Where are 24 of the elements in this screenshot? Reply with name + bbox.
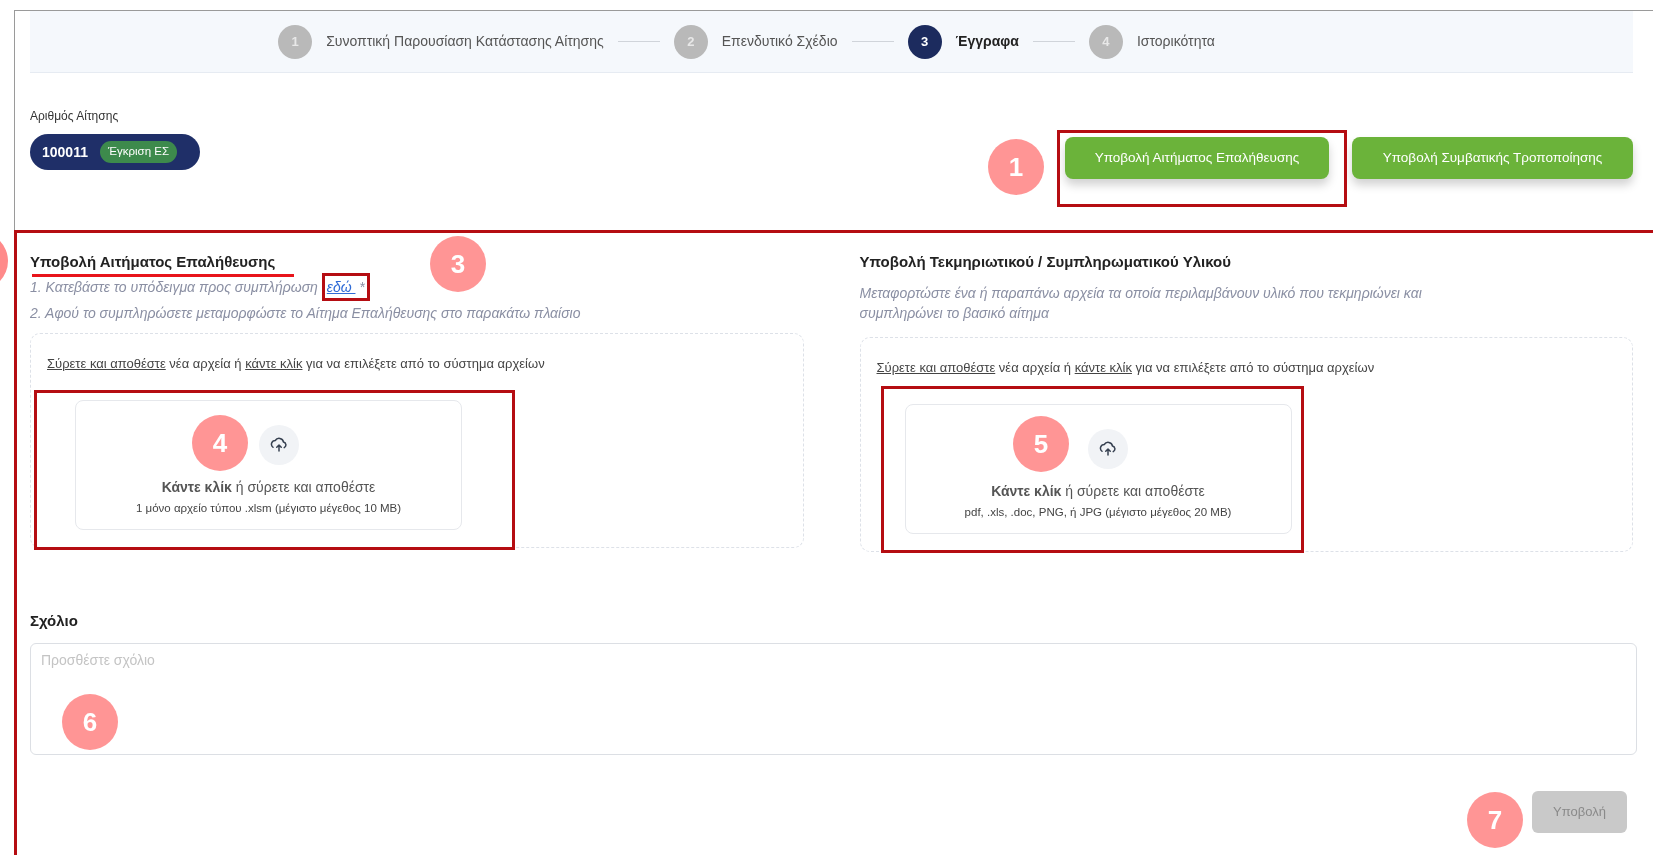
section-title: Υποβολή Αιτήματος Επαλήθευσης bbox=[30, 251, 276, 272]
status-badge: Έγκριση ΕΣ bbox=[99, 141, 178, 163]
drop-hint-text: Σύρετε και αποθέστε νέα αρχεία ή κάντε κλίκ για να επιλέξετε από το σύστημα αρχείων bbox=[47, 355, 546, 373]
drop-hint-link[interactable]: Σύρετε και αποθέστε bbox=[876, 360, 996, 375]
required-mark: * bbox=[358, 279, 365, 295]
application-number: 100011 bbox=[42, 142, 88, 162]
application-label: Αριθμός Αίτησης bbox=[30, 108, 120, 125]
instruction-text: 2. Αφού το συμπληρώσετε μεταμορφώστε το Αίτημα Επαλήθευσης στο παρακάτω πλαίσιο bbox=[30, 304, 581, 323]
comment-label: Σχόλιο bbox=[30, 611, 79, 631]
upload-title: Κάντε κλίκ ή σύρετε και αποθέστε bbox=[161, 477, 376, 497]
cloud-upload-icon bbox=[1099, 439, 1117, 458]
download-link[interactable]: εδώ bbox=[326, 279, 356, 295]
step[interactable]: 3 Έγγραφα bbox=[907, 24, 1019, 59]
section-title: Υποβολή Τεκμηριωτικού / Συμπληρωματικού Υλικού bbox=[859, 251, 1231, 272]
upload-title: Κάντε κλίκ ή σύρετε και αποθέστε bbox=[991, 481, 1205, 501]
cloud-upload-icon bbox=[269, 435, 288, 454]
instruction-text: Μεταφορτώστε ένα ή παραπάνω αρχεία τα οποία περιλαμβάνουν υλικό που τεκμηριώνει και συμπληρώνει το βασικό αίτημα bbox=[859, 284, 1423, 323]
drop-hint-link[interactable]: κάντε κλίκ bbox=[1074, 360, 1132, 375]
drop-hint-text: Σύρετε και αποθέστε νέα αρχεία ή κάντε κλίκ για να επιλέξετε από το σύστημα αρχείων bbox=[876, 359, 1376, 377]
instruction-text: 1. Κατεβάστε το υπόδειγμα προς συμπλήρωση εδώ * bbox=[30, 277, 370, 297]
upload-note: 1 μόνο αρχείο τύπου .xlsm (μέγιστο μέγεθος 10 MB) bbox=[135, 500, 402, 516]
upload-note: pdf, .xls, .doc, PNG, ή JPG (μέγιστο μέγεθος 20 MB) bbox=[964, 504, 1232, 520]
drop-hint-link[interactable]: κάντε κλίκ bbox=[245, 356, 303, 371]
drop-hint-link[interactable]: Σύρετε και αποθέστε bbox=[47, 356, 166, 371]
